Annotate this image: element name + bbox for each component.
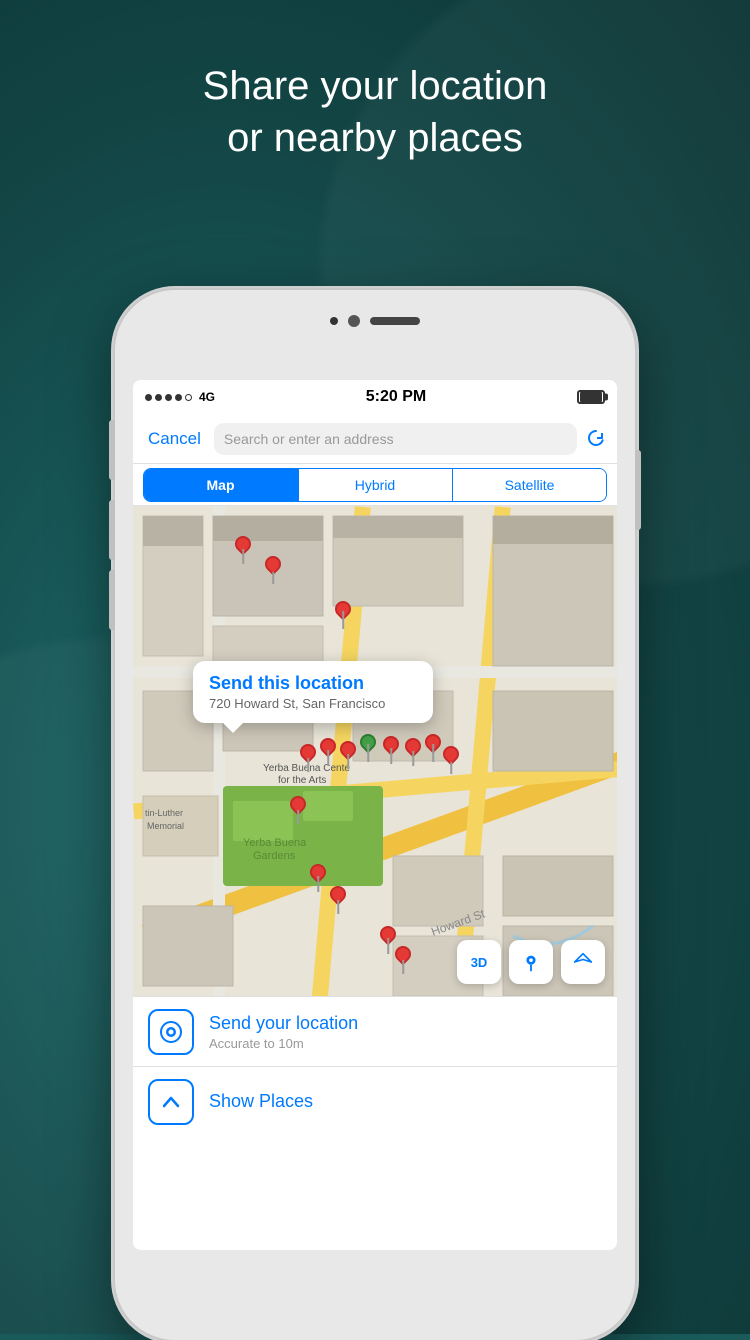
map-pin: [318, 738, 338, 766]
map-location-button[interactable]: [561, 940, 605, 984]
pin-stem: [272, 572, 274, 584]
svg-text:tin-Luther: tin-Luther: [145, 808, 183, 818]
list-area: Send your location Accurate to 10m Show …: [133, 996, 617, 1136]
pin-stem: [342, 611, 344, 629]
svg-text:Yerba Buena: Yerba Buena: [243, 837, 307, 849]
send-location-icon-box: [148, 1009, 194, 1055]
location-dot-icon: [158, 1019, 184, 1045]
map-type-hybrid[interactable]: Hybrid: [299, 469, 452, 501]
status-time: 5:20 PM: [366, 388, 426, 406]
reload-button[interactable]: [585, 428, 607, 450]
map-pin: [328, 886, 348, 914]
search-bar[interactable]: Search or enter an address: [214, 423, 577, 455]
pin-stem: [432, 744, 434, 762]
map-pin: [233, 536, 253, 564]
map-controls: 3D: [457, 940, 605, 984]
toolbar: Cancel Search or enter an address: [133, 414, 617, 464]
map-pin: [381, 736, 401, 764]
map-type-satellite[interactable]: Satellite: [453, 469, 606, 501]
send-location-subtitle: Accurate to 10m: [209, 1036, 358, 1051]
network-label: 4G: [199, 390, 215, 404]
pin-stem: [450, 762, 452, 774]
pin-stem: [367, 744, 369, 762]
map-canvas: Yerba Buena Gardens tin-Luther Memorial …: [133, 506, 617, 996]
pin-stem: [242, 549, 244, 564]
popup-title: Send this location: [209, 673, 417, 694]
pin-stem: [412, 751, 414, 766]
map-pin: [423, 734, 443, 762]
pin-stem: [390, 748, 392, 764]
pin-stem: [317, 876, 319, 892]
cancel-button[interactable]: Cancel: [143, 424, 206, 454]
pin-stem: [337, 900, 339, 914]
send-location-item[interactable]: Send your location Accurate to 10m: [133, 996, 617, 1066]
signal-dot-3: [165, 394, 172, 401]
map-pin: [308, 864, 328, 892]
pin-stem: [387, 938, 389, 954]
map-pin: [338, 741, 358, 769]
signal-dot-2: [155, 394, 162, 401]
signal-dot-4: [175, 394, 182, 401]
location-button-icon: [573, 952, 593, 972]
iphone-frame: 4G 5:20 PM Cancel Search or enter an add…: [115, 290, 635, 1340]
map-pin: [393, 946, 413, 974]
map-pin: [298, 744, 318, 772]
status-bar: 4G 5:20 PM: [133, 380, 617, 414]
location-popup[interactable]: Send this location 720 Howard St, San Fr…: [193, 661, 433, 723]
header-text: Share your location or nearby places: [0, 60, 750, 164]
show-places-content: Show Places: [209, 1091, 313, 1112]
front-camera: [330, 317, 338, 325]
map-pin: [263, 556, 283, 584]
svg-text:Gardens: Gardens: [253, 850, 296, 862]
signal-dot-1: [145, 394, 152, 401]
show-places-title: Show Places: [209, 1091, 313, 1112]
show-places-icon-box: [148, 1079, 194, 1125]
pin-button-icon: [520, 951, 542, 973]
map-area[interactable]: Yerba Buena Gardens tin-Luther Memorial …: [133, 506, 617, 996]
map-type-selector: Map Hybrid Satellite: [133, 464, 617, 506]
map-pin-button[interactable]: [509, 940, 553, 984]
header-line2: or nearby places: [227, 116, 523, 160]
iphone-notch: [330, 315, 420, 327]
status-signal: 4G: [145, 390, 215, 404]
map-type-container: Map Hybrid Satellite: [143, 468, 607, 502]
signal-dot-5: [185, 394, 192, 401]
pin-stem: [347, 754, 349, 769]
send-location-title: Send your location: [209, 1013, 358, 1034]
pin-stem: [297, 810, 299, 824]
speaker: [370, 317, 420, 325]
popup-arrow: [223, 723, 243, 733]
battery-fill: [580, 392, 602, 402]
svg-text:Memorial: Memorial: [147, 821, 184, 831]
popup-address: 720 Howard St, San Francisco: [209, 696, 417, 711]
pin-stem: [327, 750, 329, 766]
search-placeholder: Search or enter an address: [224, 431, 394, 447]
camera: [348, 315, 360, 327]
map-type-map[interactable]: Map: [144, 469, 297, 501]
map-pin: [403, 738, 423, 766]
battery-icon: [577, 390, 605, 404]
header-line1: Share your location: [203, 64, 548, 108]
map-pin: [441, 746, 461, 774]
map-pin-green: [358, 734, 378, 762]
pin-stem: [307, 758, 309, 772]
map-3d-button[interactable]: 3D: [457, 940, 501, 984]
send-location-content: Send your location Accurate to 10m: [209, 1013, 358, 1051]
show-places-item[interactable]: Show Places: [133, 1066, 617, 1136]
map-pin: [333, 601, 353, 629]
pin-stem: [402, 960, 404, 974]
svg-text:for the Arts: for the Arts: [278, 775, 326, 786]
map-pin: [288, 796, 308, 824]
chevron-up-icon: [160, 1091, 182, 1113]
reload-icon: [585, 428, 607, 450]
status-battery: [577, 390, 605, 404]
iphone-screen: 4G 5:20 PM Cancel Search or enter an add…: [133, 380, 617, 1250]
